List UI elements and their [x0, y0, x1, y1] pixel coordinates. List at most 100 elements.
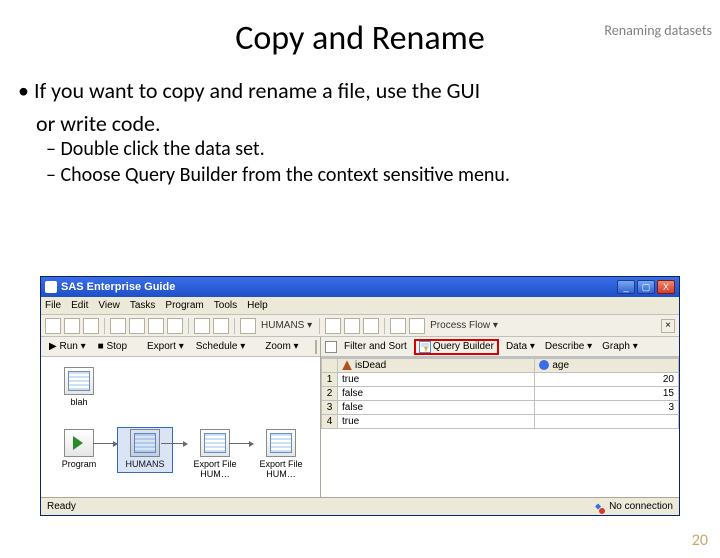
cell[interactable]: 3: [535, 401, 679, 415]
graph-menu[interactable]: Graph ▾: [599, 341, 641, 352]
selection-box: [117, 427, 173, 473]
export-icon: [266, 429, 296, 457]
bullet-level1-cont: or write code.: [36, 110, 702, 137]
toolbar-icon[interactable]: [45, 318, 61, 334]
toolbar-icon[interactable]: [363, 318, 379, 334]
toolbar-icon[interactable]: [129, 318, 145, 334]
app-icon: [45, 281, 57, 293]
maximize-button[interactable]: ▢: [637, 280, 655, 294]
toolbar-icon[interactable]: [110, 318, 126, 334]
zoom-button[interactable]: Zoom ▾: [261, 340, 302, 353]
data-menu[interactable]: Data ▾: [503, 341, 538, 352]
separator: [384, 318, 385, 334]
left-pane-toolbar: ▶ Run ▾ ■ Stop Export ▾ Schedule ▾ Zoom …: [41, 337, 320, 357]
flow-node-blah[interactable]: blah: [53, 367, 105, 407]
flow-arrow: [93, 443, 117, 444]
table-row[interactable]: 2 false 15: [322, 387, 679, 401]
cell[interactable]: 20: [535, 373, 679, 387]
application-window: SAS Enterprise Guide _ ▢ X File Edit Vie…: [40, 276, 680, 516]
minimize-button[interactable]: _: [617, 280, 635, 294]
process-flow-label[interactable]: Process Flow ▾: [428, 320, 500, 331]
page-number: 20: [692, 531, 708, 550]
row-number[interactable]: 2: [322, 387, 338, 401]
query-builder-label: Query Builder: [433, 341, 494, 352]
toolbar-icon[interactable]: [325, 318, 341, 334]
table-row[interactable]: 1 true 20: [322, 373, 679, 387]
flow-arrow: [161, 443, 187, 444]
filter-sort-button[interactable]: Filter and Sort: [341, 341, 410, 352]
bullet-level2: Choose Query Builder from the context se…: [46, 163, 702, 187]
toolbar-icon[interactable]: [390, 318, 406, 334]
table-row[interactable]: 3 false 3: [322, 401, 679, 415]
flow-node-label: Export File HUM…: [255, 459, 307, 479]
separator: [319, 318, 320, 334]
menu-tasks[interactable]: Tasks: [130, 300, 156, 311]
toolbar-icon[interactable]: [344, 318, 360, 334]
stop-button[interactable]: ■ Stop: [94, 340, 131, 353]
separator: [234, 318, 235, 334]
row-number[interactable]: 3: [322, 401, 338, 415]
cell[interactable]: true: [338, 373, 535, 387]
menu-edit[interactable]: Edit: [71, 300, 88, 311]
flow-node-label: Export File HUM…: [189, 459, 241, 479]
process-flow-pane: ▶ Run ▾ ■ Stop Export ▾ Schedule ▾ Zoom …: [41, 337, 321, 497]
toolbar-icon[interactable]: [64, 318, 80, 334]
column-header-age[interactable]: age: [535, 359, 679, 373]
row-number[interactable]: 1: [322, 373, 338, 387]
toolbar-icon[interactable]: [213, 318, 229, 334]
flow-node-label: blah: [53, 397, 105, 407]
window-title: SAS Enterprise Guide: [61, 281, 613, 293]
process-flow-canvas[interactable]: blah Program HUMANS Export File HUM…: [41, 357, 320, 497]
export-button[interactable]: Export ▾: [143, 340, 188, 353]
close-tab-button[interactable]: ×: [661, 319, 675, 333]
cell[interactable]: false: [338, 401, 535, 415]
num-column-icon: [539, 360, 549, 370]
data-pane: Filter and Sort Query Builder Data ▾ Des…: [321, 337, 679, 497]
menu-help[interactable]: Help: [247, 300, 268, 311]
cell[interactable]: false: [338, 387, 535, 401]
bullet-level1: If you want to copy and rename a file, u…: [18, 77, 702, 104]
run-button[interactable]: ▶ Run ▾: [45, 340, 90, 353]
toolbar-icon[interactable]: [167, 318, 183, 334]
corner-cell[interactable]: [322, 359, 338, 373]
query-builder-button[interactable]: Query Builder: [414, 339, 499, 355]
bullet-level2: Double click the data set.: [46, 137, 702, 161]
flow-arrow: [229, 443, 253, 444]
flow-node-export1[interactable]: Export File HUM…: [189, 429, 241, 479]
toolbar-icon[interactable]: [148, 318, 164, 334]
table-row[interactable]: 4 true: [322, 415, 679, 429]
schedule-button[interactable]: Schedule ▾: [192, 340, 250, 353]
cell[interactable]: true: [338, 415, 535, 429]
filter-icon: [325, 341, 337, 353]
menu-view[interactable]: View: [98, 300, 120, 311]
query-builder-icon: [419, 341, 431, 353]
row-number[interactable]: 4: [322, 415, 338, 429]
export-icon: [200, 429, 230, 457]
program-icon: [64, 429, 94, 457]
flow-node-export2[interactable]: Export File HUM…: [255, 429, 307, 479]
cell[interactable]: 15: [535, 387, 679, 401]
toolbar-icon[interactable]: [83, 318, 99, 334]
data-toolbar: Filter and Sort Query Builder Data ▾ Des…: [321, 337, 679, 357]
main-toolbar: HUMANS ▾ Process Flow ▾ ×: [41, 315, 679, 337]
column-header-isdead[interactable]: isDead: [338, 359, 535, 373]
menu-file[interactable]: File: [45, 300, 61, 311]
close-button[interactable]: X: [657, 280, 675, 294]
data-grid[interactable]: isDead age 1 true 20 2 false 15 3: [321, 357, 679, 497]
toolbar-icon[interactable]: [194, 318, 210, 334]
document-dropdown[interactable]: HUMANS ▾: [259, 320, 314, 331]
flow-node-program[interactable]: Program: [53, 429, 105, 469]
cell[interactable]: [535, 415, 679, 429]
bullet-list: If you want to copy and rename a file, u…: [18, 77, 702, 187]
describe-menu[interactable]: Describe ▾: [542, 341, 595, 352]
projlog-icon[interactable]: [315, 340, 317, 354]
separator: [104, 318, 105, 334]
process-flow-icon[interactable]: [409, 318, 425, 334]
char-column-icon: [342, 360, 352, 370]
status-bar: Ready No connection: [41, 497, 679, 515]
title-bar[interactable]: SAS Enterprise Guide _ ▢ X: [41, 277, 679, 297]
menu-program[interactable]: Program: [165, 300, 203, 311]
status-connection: No connection: [609, 501, 673, 512]
menu-tools[interactable]: Tools: [214, 300, 237, 311]
toolbar-icon[interactable]: [240, 318, 256, 334]
